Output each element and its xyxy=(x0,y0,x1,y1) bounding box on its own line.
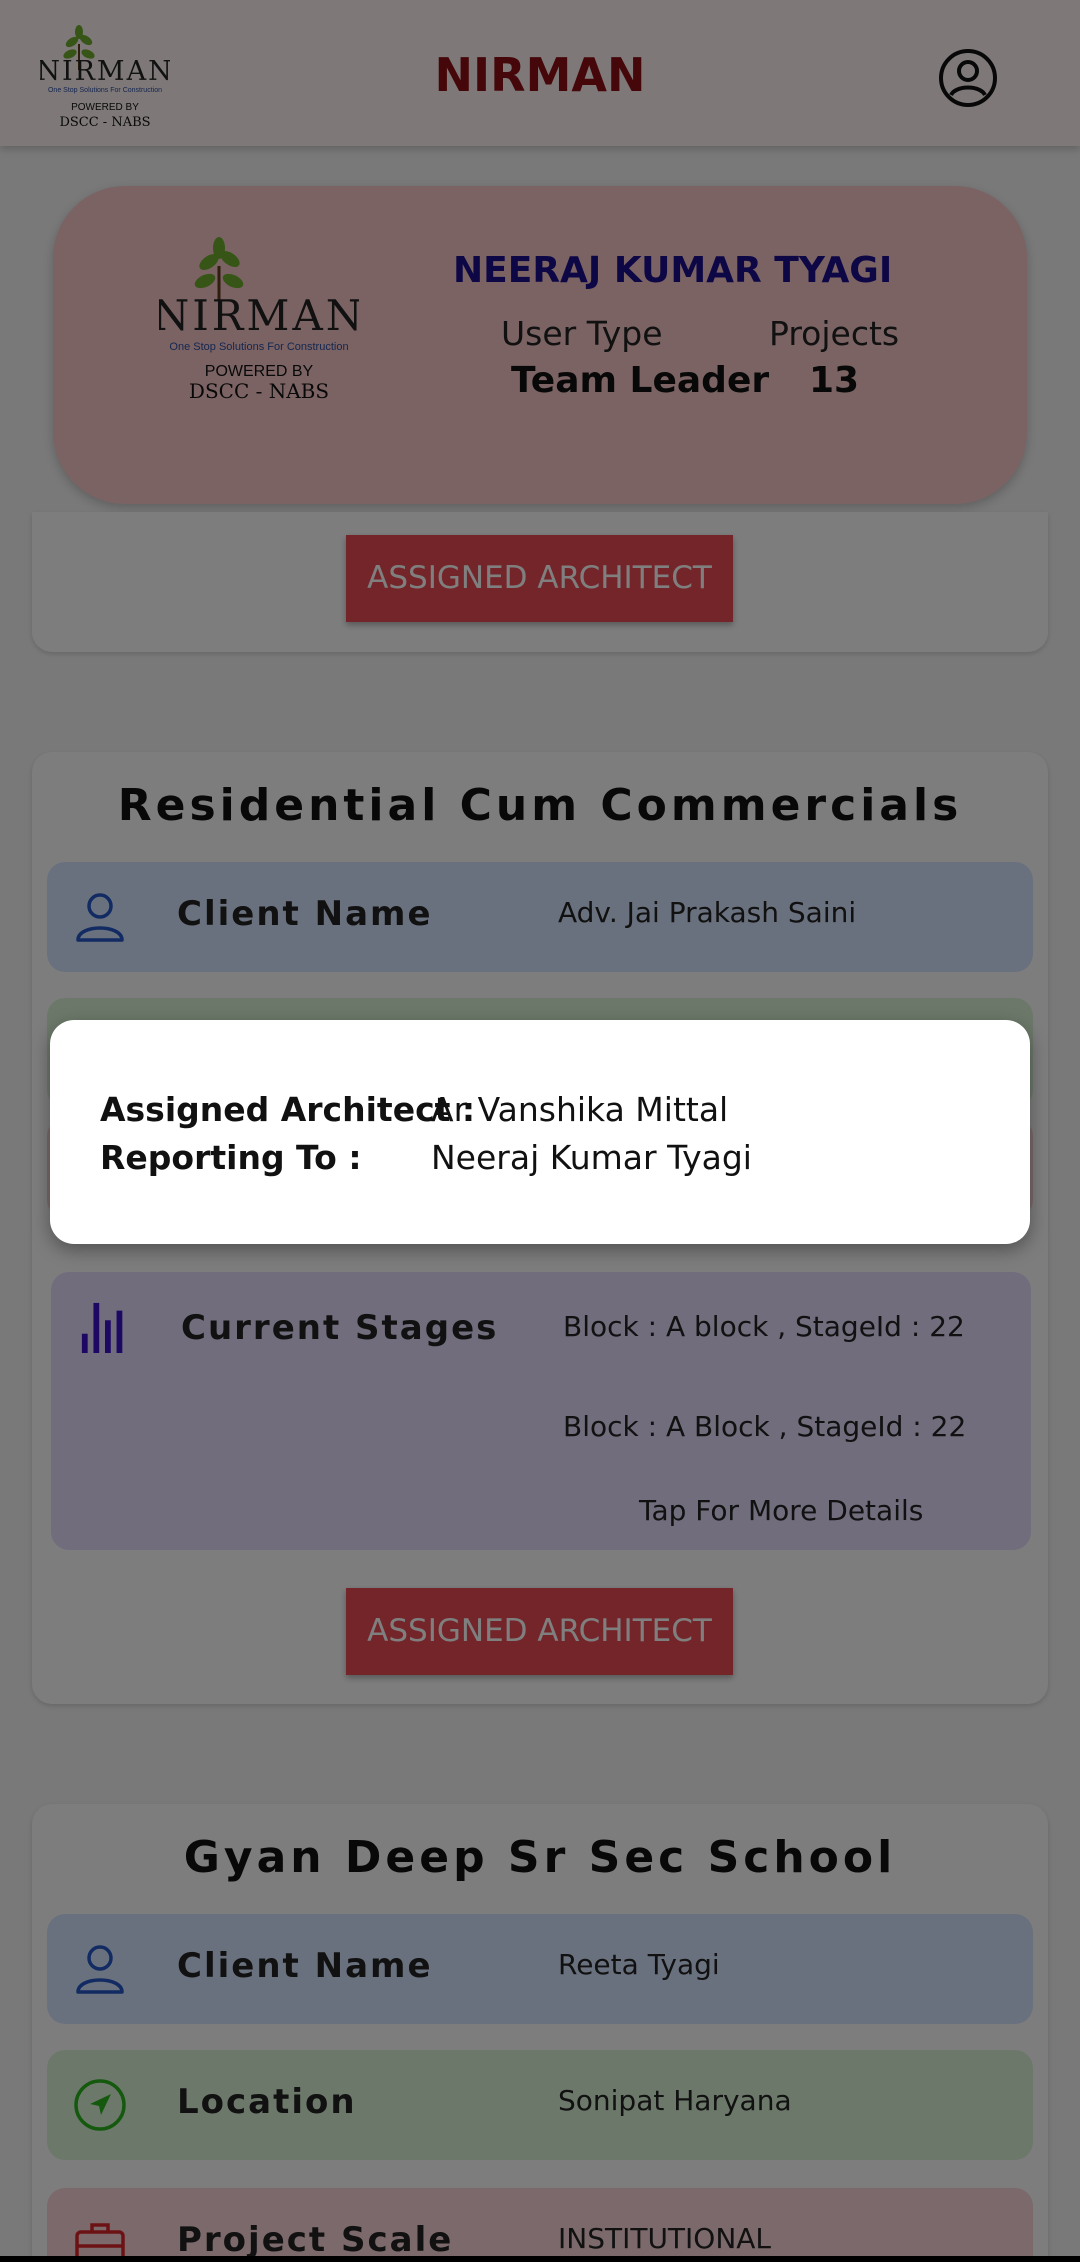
assigned-architect-value: Ar Vanshika Mittal xyxy=(431,1090,729,1129)
navigation-bar xyxy=(0,2256,1080,2262)
reporting-to-value: Neeraj Kumar Tyagi xyxy=(431,1138,752,1177)
assigned-architect-dialog: Assigned Architect : Ar Vanshika Mittal … xyxy=(50,1020,1030,1244)
assigned-architect-label: Assigned Architect : xyxy=(100,1090,476,1129)
reporting-to-label: Reporting To : xyxy=(100,1138,362,1177)
